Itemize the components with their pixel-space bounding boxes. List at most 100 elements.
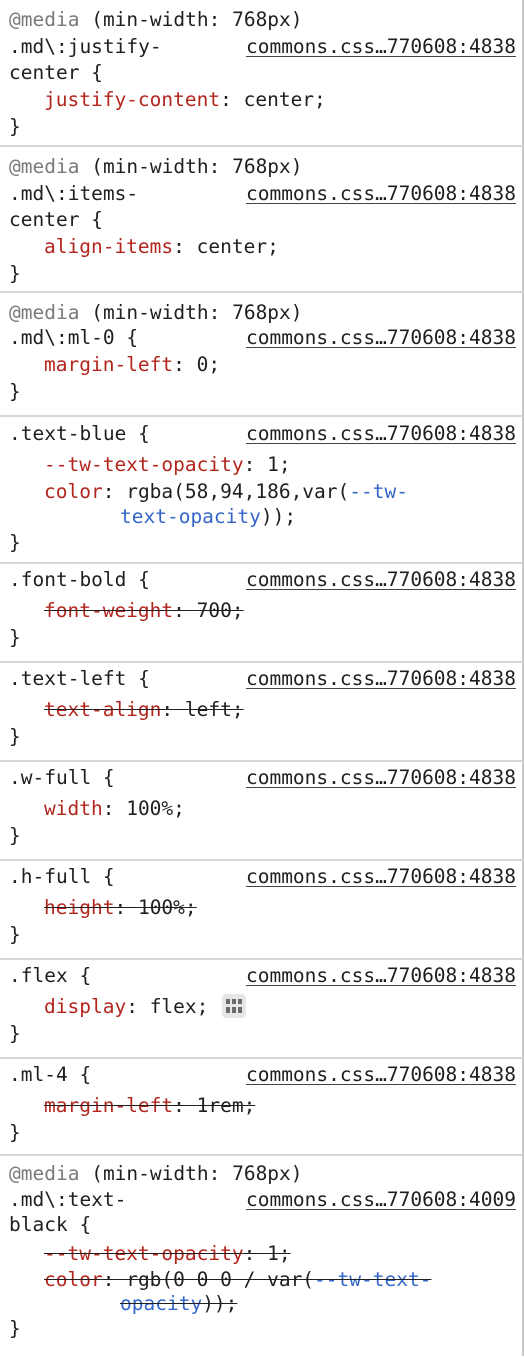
media-keyword: @media [9, 1162, 80, 1185]
declaration[interactable]: --tw-text-opacity: 1; [44, 453, 291, 477]
style-rule-flex: .flex { commons.css…770608:4838 display:… [0, 960, 524, 1059]
selector[interactable]: .w-full { [9, 766, 115, 790]
selector[interactable]: .md\:text- [9, 1188, 126, 1212]
property-value[interactable]: center; [197, 235, 279, 258]
overridden-declaration[interactable]: margin-left: 1rem; [44, 1094, 255, 1118]
style-rule-justify-center: @media (min-width: 768px) .md\:justify- … [0, 0, 524, 147]
property-value[interactable]: 700; [197, 599, 244, 622]
source-link[interactable]: commons.css…770608:4838 [246, 1063, 516, 1087]
style-rule-font-bold: .font-bold { commons.css…770608:4838 fon… [0, 564, 524, 663]
css-variable-link[interactable]: --tw- [349, 480, 408, 503]
close-brace: } [9, 531, 21, 554]
property-value[interactable]: 1; [267, 453, 290, 476]
styles-pane: @media (min-width: 768px) .md\:justify- … [0, 0, 524, 1356]
source-link[interactable]: commons.css…770608:4009 [246, 1188, 516, 1212]
media-query: (min-width: 768px) [91, 155, 303, 178]
selector[interactable]: .flex { [9, 964, 91, 988]
property-name[interactable]: --tw-text-opacity [44, 453, 244, 476]
close-brace: } [9, 626, 21, 649]
property-name[interactable]: font-weight [44, 599, 173, 622]
value-tail: )); [202, 1292, 238, 1315]
property-name[interactable]: text-align [44, 698, 161, 721]
overridden-declaration[interactable]: text-align: left; [44, 698, 244, 722]
property-name[interactable]: margin-left [44, 1094, 173, 1117]
property-value[interactable]: 0; [197, 353, 220, 376]
flexbox-editor-icon[interactable] [222, 993, 247, 1018]
css-variable-link-continued[interactable]: text-opacity [120, 505, 261, 528]
style-rule-ml-4: .ml-4 { commons.css…770608:4838 margin-l… [0, 1059, 524, 1156]
property-value[interactable]: rgba(58,94,186,var( [126, 480, 349, 503]
property-value[interactable]: 1rem; [197, 1094, 256, 1117]
media-keyword: @media [9, 301, 80, 324]
selector[interactable]: .text-left { [9, 667, 150, 691]
selector[interactable]: .md\:justify- [9, 35, 162, 59]
declaration[interactable]: margin-left: 0; [44, 353, 220, 377]
source-link[interactable]: commons.css…770608:4838 [246, 35, 516, 59]
value-tail: )); [260, 505, 297, 528]
selector[interactable]: .ml-4 { [9, 1063, 91, 1087]
source-link[interactable]: commons.css…770608:4838 [246, 568, 516, 592]
declaration[interactable]: width: 100%; [44, 797, 185, 821]
source-link[interactable]: commons.css…770608:4838 [246, 422, 516, 446]
property-value[interactable]: rgb(0 0 0 / var( [126, 1268, 314, 1291]
property-value[interactable]: 1; [267, 1242, 290, 1265]
property-value[interactable]: 100%; [126, 797, 185, 820]
media-query: (min-width: 768px) [91, 1162, 303, 1185]
source-link[interactable]: commons.css…770608:4838 [246, 865, 516, 889]
property-name[interactable]: margin-left [44, 353, 173, 376]
overridden-declaration[interactable]: --tw-text-opacity: 1; [44, 1242, 291, 1266]
overridden-declaration[interactable]: height: 100%; [44, 896, 197, 920]
close-brace: } [9, 380, 21, 403]
media-query: (min-width: 768px) [91, 301, 303, 324]
declaration[interactable]: display: flex; [44, 993, 247, 1020]
selector[interactable]: .h-full { [9, 865, 115, 889]
style-rule-ml-0: @media (min-width: 768px) .md\:ml-0 { co… [0, 293, 524, 417]
property-value[interactable]: 100%; [138, 896, 197, 919]
property-name[interactable]: justify-content [44, 88, 220, 111]
style-rule-text-left: .text-left { commons.css…770608:4838 tex… [0, 663, 524, 762]
close-brace: } [9, 725, 21, 748]
property-name[interactable]: --tw-text-opacity [44, 1242, 244, 1265]
source-link[interactable]: commons.css…770608:4838 [246, 667, 516, 691]
declaration[interactable]: align-items: center; [44, 235, 279, 259]
source-link[interactable]: commons.css…770608:4838 [246, 766, 516, 790]
close-brace: } [9, 262, 21, 285]
selector-continued: black { [9, 1213, 92, 1236]
selector-continued: center { [9, 61, 103, 84]
selector[interactable]: .text-blue { [9, 422, 150, 446]
media-query: (min-width: 768px) [91, 8, 303, 31]
selector[interactable]: .md\:ml-0 { [9, 326, 138, 350]
close-brace: } [9, 115, 21, 138]
style-rule-items-center: @media (min-width: 768px) .md\:items- co… [0, 147, 524, 293]
close-brace: } [9, 1121, 21, 1144]
media-keyword: @media [9, 155, 80, 178]
property-name[interactable]: align-items [44, 235, 173, 258]
property-name[interactable]: height [44, 896, 114, 919]
selector-continued: center { [9, 208, 103, 231]
style-rule-h-full: .h-full { commons.css…770608:4838 height… [0, 861, 524, 960]
css-variable-link[interactable]: --tw-text- [314, 1268, 431, 1291]
property-value[interactable]: left; [185, 698, 244, 721]
declaration[interactable]: justify-content: center; [44, 88, 326, 112]
close-brace: } [9, 1317, 21, 1340]
close-brace: } [9, 1022, 21, 1045]
overridden-declaration[interactable]: color: rgb(0 0 0 / var(--tw-text- [44, 1268, 431, 1292]
css-variable-link-continued[interactable]: opacity [120, 1292, 202, 1315]
declaration[interactable]: color: rgba(58,94,186,var(--tw- [44, 480, 408, 504]
style-rule-text-black: @media (min-width: 768px) .md\:text- com… [0, 1156, 524, 1356]
selector[interactable]: .md\:items- [9, 182, 138, 206]
source-link[interactable]: commons.css…770608:4838 [246, 182, 516, 206]
media-keyword: @media [9, 8, 80, 31]
property-value[interactable]: center; [244, 88, 326, 111]
property-name[interactable]: color [44, 1268, 103, 1291]
style-rule-w-full: .w-full { commons.css…770608:4838 width:… [0, 762, 524, 861]
overridden-declaration[interactable]: font-weight: 700; [44, 599, 244, 623]
source-link[interactable]: commons.css…770608:4838 [246, 326, 516, 350]
source-link[interactable]: commons.css…770608:4838 [246, 964, 516, 988]
property-name[interactable]: width [44, 797, 103, 820]
selector[interactable]: .font-bold { [9, 568, 150, 592]
property-name[interactable]: color [44, 480, 103, 503]
property-name[interactable]: display [44, 995, 126, 1018]
property-value[interactable]: flex; [150, 995, 209, 1018]
close-brace: } [9, 923, 21, 946]
